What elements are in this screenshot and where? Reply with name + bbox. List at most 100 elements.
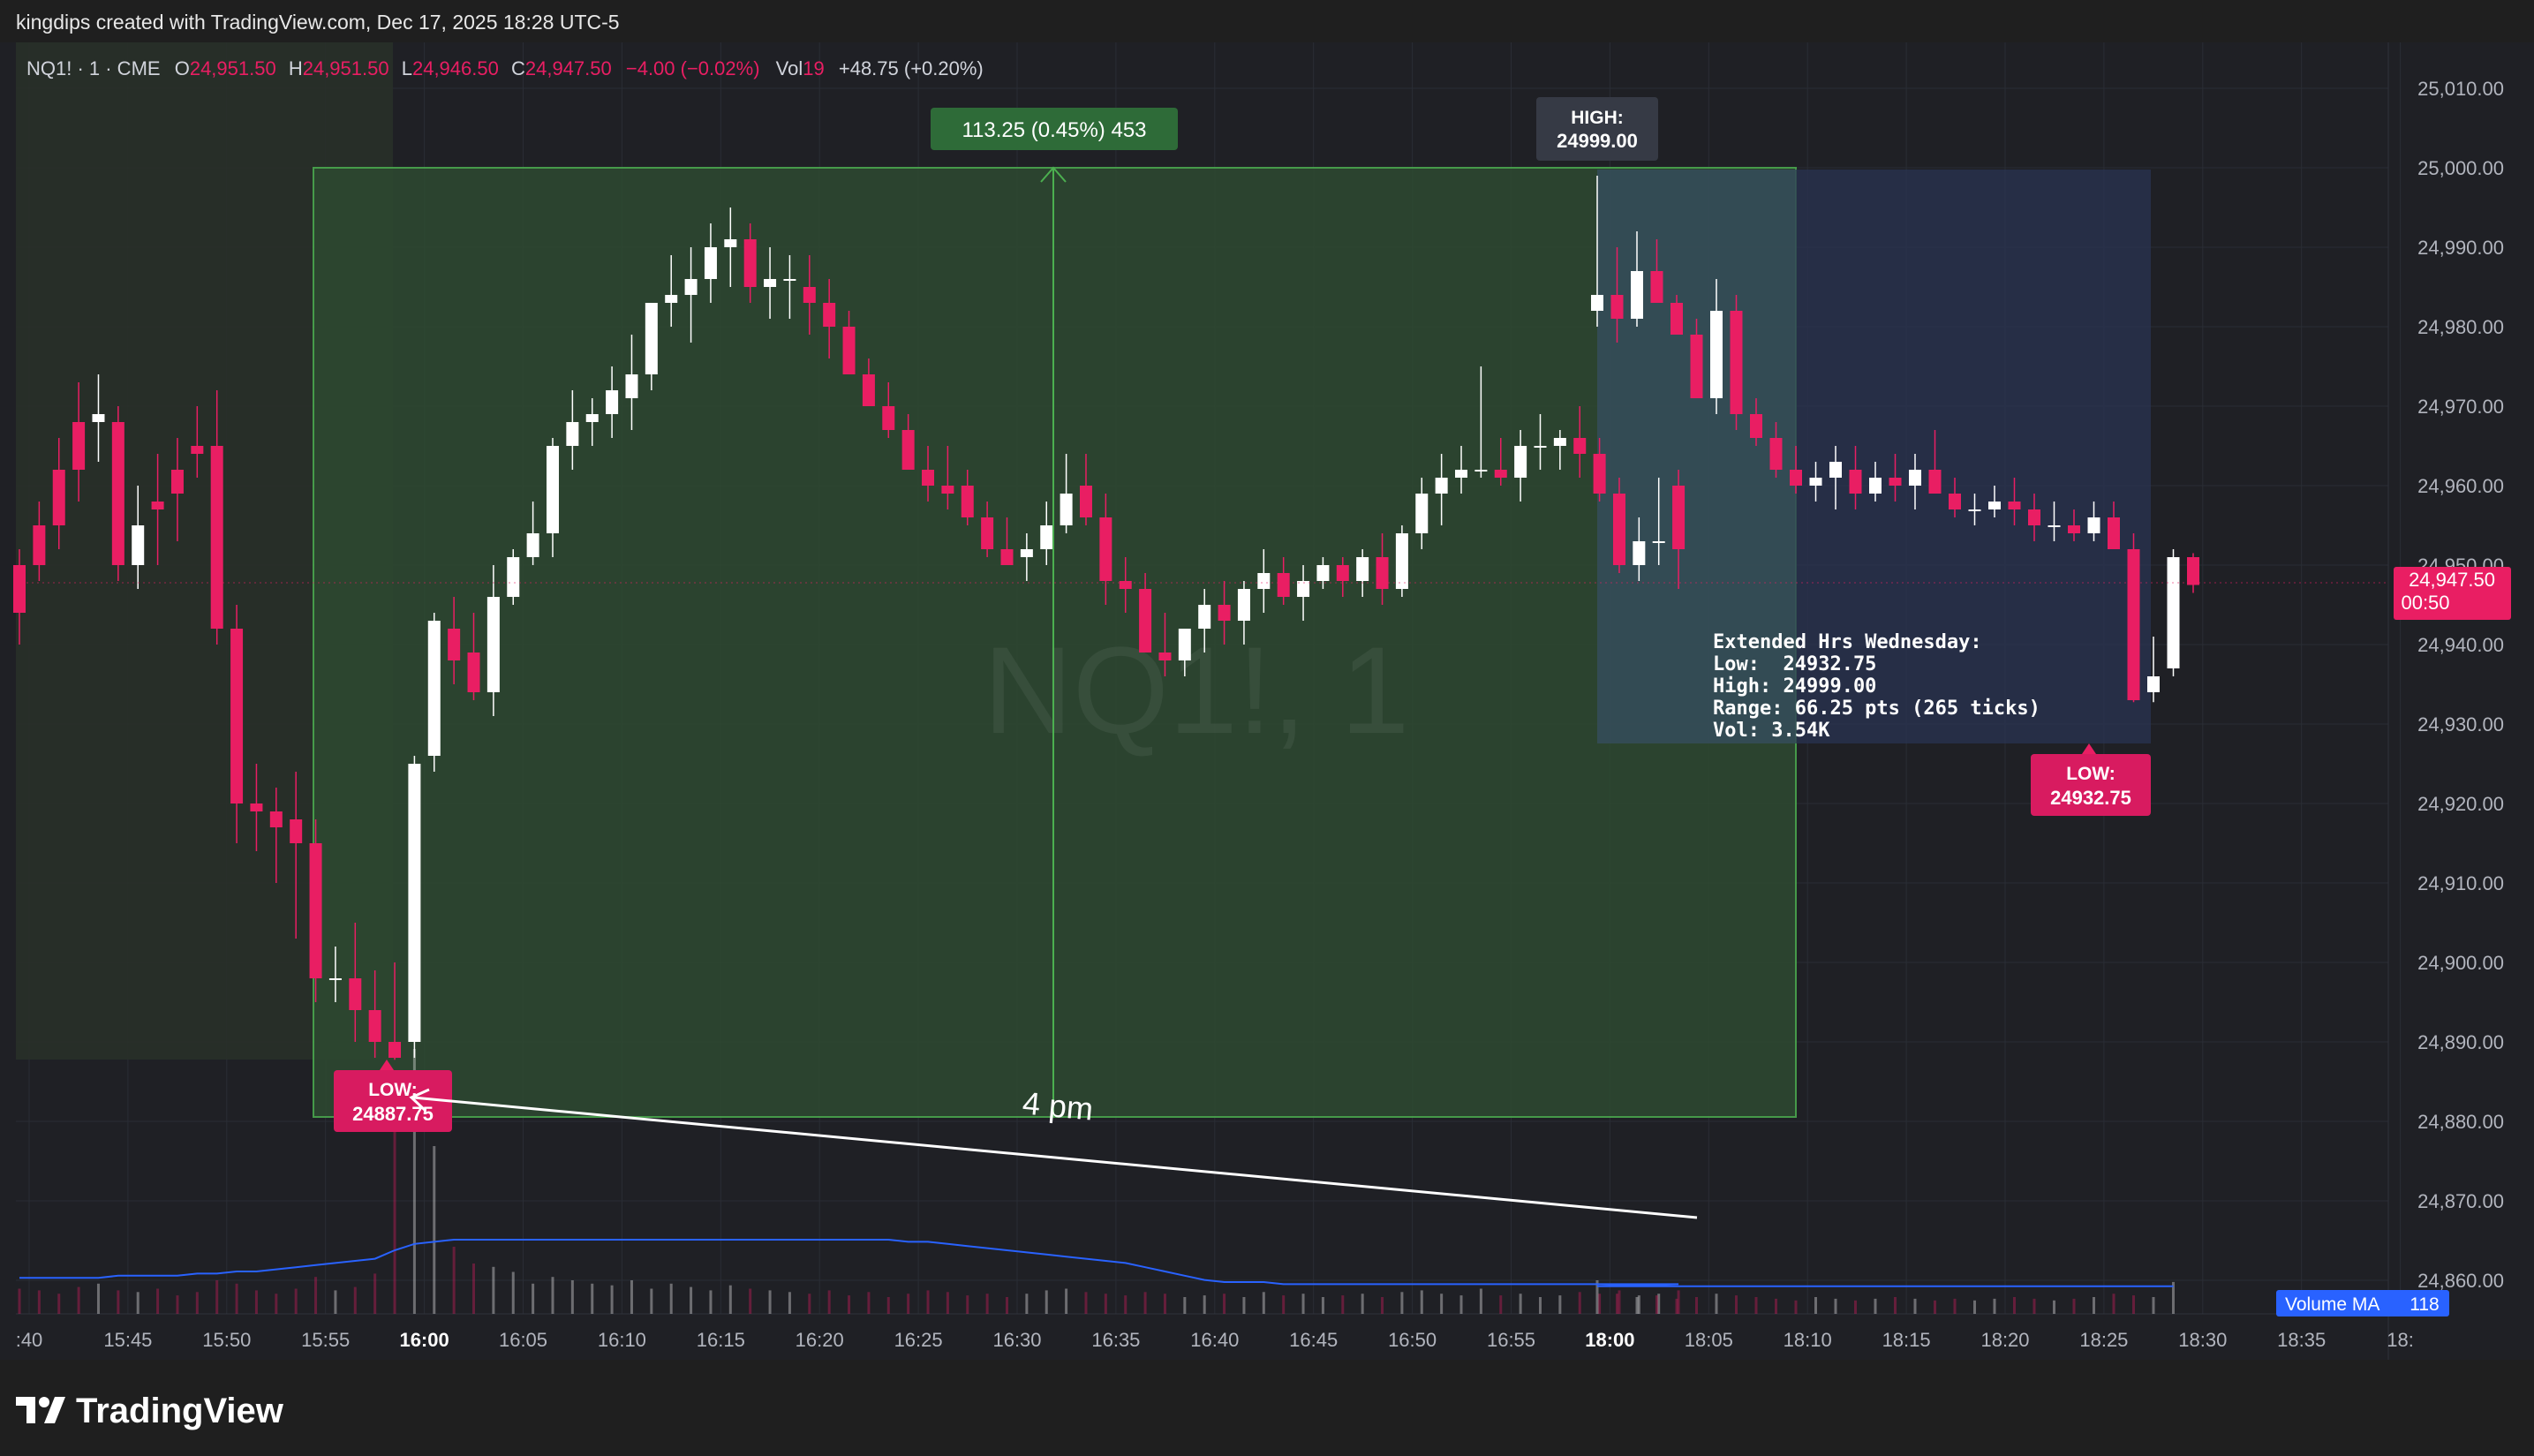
volume-bar: [136, 1292, 140, 1314]
price-badge-value: 24,947.50: [2409, 569, 2495, 591]
volume-bar: [532, 1283, 535, 1314]
candle-body: [1435, 478, 1448, 494]
arrow-text: 4 pm: [1021, 1084, 1094, 1127]
volume-bar: [728, 1285, 732, 1314]
volume-bar: [1598, 1294, 1602, 1314]
candle-body: [1710, 311, 1723, 398]
volume-bar: [353, 1286, 357, 1314]
volume-bar: [848, 1295, 851, 1314]
volume-bar: [1006, 1297, 1008, 1314]
volume-bar: [1655, 1295, 1658, 1314]
price-axis[interactable]: 25,010.00 25,000.00 24,990.00 24,980.00 24,9…: [2417, 78, 2504, 1292]
measure-label: 113.25 (0.45%) 453: [962, 118, 1146, 142]
volume-bar: [1675, 1298, 1678, 1314]
candle-body: [941, 486, 954, 494]
candle-body: [1849, 470, 1862, 494]
volume-bar: [2013, 1297, 2016, 1314]
candle-body: [2127, 549, 2140, 700]
volume-bar: [1203, 1295, 1206, 1314]
volume-bar: [373, 1273, 377, 1314]
volume-bar: [1953, 1298, 1957, 1314]
time-tick-label: 16:45: [1289, 1329, 1338, 1351]
candle-body: [1455, 470, 1468, 478]
candle-body: [290, 819, 303, 843]
price-badge-countdown: 00:50: [2401, 592, 2449, 614]
candle-body: [704, 247, 717, 279]
low-label-2-value: 24932.75: [2050, 787, 2131, 809]
volume-bar: [1934, 1300, 1936, 1314]
candle-body: [1514, 446, 1527, 478]
volume-bar: [946, 1292, 949, 1314]
candle-body: [665, 295, 678, 303]
volume-bar: [492, 1266, 495, 1314]
time-axis[interactable]: :40 15:45 15:50 15:55 16:00 16:05 16:10 16:15 16…: [16, 1329, 2414, 1351]
volume-ma-value: 118: [2410, 1294, 2439, 1315]
price-tick-label: 24,990.00: [2417, 237, 2504, 259]
legend-c-label: C: [511, 57, 525, 79]
volume-bar: [1874, 1298, 1877, 1314]
candle-body: [566, 422, 579, 446]
candle-body: [1633, 541, 1646, 565]
candle-body: [2147, 676, 2160, 692]
time-tick-label: 18:25: [2079, 1329, 2128, 1351]
bottom-bar: TradingView: [0, 1360, 2534, 1456]
candle-body: [1612, 494, 1625, 565]
volume-bar: [1775, 1298, 1777, 1314]
tradingview-brand: TradingView: [76, 1392, 283, 1430]
candle-body: [2187, 557, 2199, 585]
chart-area[interactable]: NQ1!, 1 113.25 (0.45%) 453 HIGH: 24999.0…: [0, 42, 2534, 1360]
volume-bar: [117, 1290, 120, 1314]
volume-bar: [1104, 1294, 1107, 1314]
ext-line-3: Range: 66.25 pts (265 ticks): [1713, 698, 2040, 720]
volume-bar: [176, 1295, 179, 1314]
candle-body: [1415, 494, 1429, 533]
candle-body: [269, 811, 283, 827]
price-tick-label: 24,900.00: [2417, 952, 2504, 974]
time-tick-label: 18:00: [1585, 1329, 1634, 1351]
volume-bar: [215, 1280, 219, 1314]
candle-body: [1672, 486, 1686, 549]
volume-bar: [275, 1294, 278, 1314]
ext-line-0: Extended Hrs Wednesday:: [1713, 631, 1982, 653]
candle-body: [2108, 517, 2120, 549]
volume-bar: [907, 1294, 910, 1314]
volume-bar: [709, 1290, 713, 1314]
candle-body: [981, 517, 994, 549]
volume-bar: [591, 1283, 594, 1314]
legend-h-label: H: [289, 57, 303, 79]
volume-bar: [1045, 1290, 1048, 1314]
candle-body: [2068, 525, 2080, 533]
volume-bar: [1834, 1298, 1837, 1314]
time-tick-label: 16:10: [598, 1329, 646, 1351]
candle-body: [1079, 486, 1092, 517]
volume-bar: [966, 1295, 969, 1314]
candle-body: [408, 764, 421, 1042]
candle-body: [1769, 438, 1783, 470]
candle-body: [1297, 581, 1310, 597]
tradingview-logo-icon: [16, 1397, 65, 1423]
volume-bar: [1894, 1297, 1897, 1314]
volume-bar: [156, 1288, 160, 1314]
candle-body: [1949, 494, 1961, 509]
price-tick-label: 24,870.00: [2417, 1190, 2504, 1212]
candle-body: [1139, 589, 1152, 653]
candle-body: [862, 374, 875, 406]
candle-body: [1652, 541, 1665, 543]
candle-body: [2087, 517, 2100, 533]
candle-body: [1631, 271, 1643, 319]
time-tick-label: 16:30: [992, 1329, 1041, 1351]
volume-bar: [630, 1280, 633, 1314]
candle-body: [823, 303, 836, 327]
candle-body: [764, 279, 777, 287]
candle-body: [1099, 517, 1112, 581]
volume-bar: [472, 1264, 476, 1314]
volume-bar: [1341, 1295, 1345, 1314]
candle-body: [72, 422, 86, 470]
candle-body: [1790, 470, 1802, 486]
candle-body: [2028, 509, 2040, 525]
candlestick-chart[interactable]: NQ1!, 1 113.25 (0.45%) 453 HIGH: 24999.0…: [0, 42, 2534, 1360]
volume-bar: [1595, 1280, 1599, 1314]
candle-body: [1690, 335, 1703, 398]
candle-body: [13, 565, 26, 613]
legend-l-value: 24,946.50: [412, 57, 499, 79]
